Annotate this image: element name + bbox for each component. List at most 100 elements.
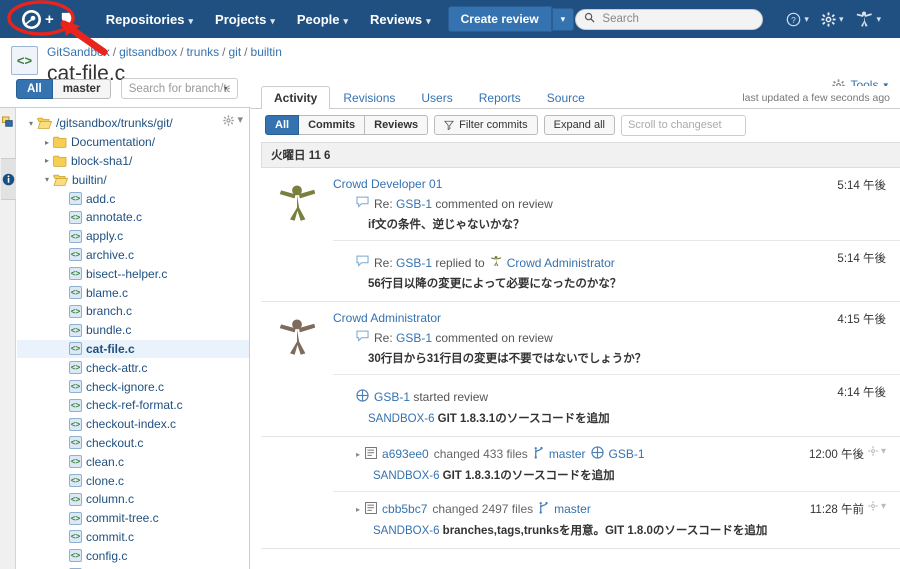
tree-twisty-icon[interactable]: ▸ (41, 138, 53, 147)
user-profile-button[interactable]: ▾ (852, 8, 884, 30)
filter-reviews-button[interactable]: Reviews (365, 115, 429, 135)
tree-row-label: bundle.c (86, 323, 132, 338)
tree-row-label: add.c (86, 191, 116, 206)
global-search[interactable] (575, 8, 764, 30)
tree-file-row[interactable]: <> apply.c (17, 227, 249, 246)
tree-file-row[interactable]: <> bundle.c (17, 321, 249, 340)
tree-file-row[interactable]: <> archive.c (17, 246, 249, 265)
breadcrumb-item-2[interactable]: trunks (186, 45, 219, 59)
tree-file-row[interactable]: <> cat-file.c (17, 339, 249, 359)
help-menu-button[interactable]: ? ▾ (783, 10, 812, 29)
disclosure-triangle-icon[interactable]: ▸ (356, 450, 360, 459)
file-tree-toggle-icon[interactable] (2, 116, 14, 128)
breadcrumb-item-0[interactable]: GitSandbox (47, 45, 110, 59)
breadcrumb-item-1[interactable]: gitsandbox (119, 45, 177, 59)
branch-scope-master[interactable]: master (52, 78, 112, 99)
admin-settings-button[interactable]: ▾ (818, 10, 847, 29)
changeset-revision-link[interactable]: cbb5bc7 (382, 502, 427, 516)
activity-action-link[interactable]: GSB-1 (396, 256, 432, 270)
tree-file-row[interactable]: <> check-ignore.c (17, 377, 249, 396)
activity-action-link[interactable]: GSB-1 (396, 331, 432, 345)
file-tree-panel[interactable]: ▾ ▾/gitsandbox/trunks/git/▸ Documentation… (17, 108, 250, 569)
activity-action-text: Re: GSB-1 commented on review (374, 330, 553, 345)
nav-item-people[interactable]: People ▾ (286, 4, 359, 35)
tree-file-row[interactable]: <> checkout.c (17, 434, 249, 453)
tree-file-row[interactable]: <> bisect--helper.c (17, 264, 249, 283)
search-input[interactable] (600, 12, 755, 26)
activity-message-link[interactable]: SANDBOX-6 (368, 413, 434, 425)
changeset-branch-link[interactable]: master (554, 502, 591, 516)
expand-all-button[interactable]: Expand all (543, 115, 615, 135)
tree-twisty-icon[interactable]: ▸ (41, 156, 53, 165)
tree-folder-row[interactable]: ▾ /gitsandbox/trunks/git/ (17, 114, 249, 133)
disclosure-triangle-icon[interactable]: ▸ (356, 505, 360, 514)
filter-commits-dropdown[interactable]: Filter commits (434, 115, 538, 135)
nav-item-reviews[interactable]: Reviews ▾ (359, 4, 442, 35)
nav-item-repositories[interactable]: Repositories ▾ (95, 4, 204, 35)
tree-file-row[interactable]: <> clean.c (17, 452, 249, 471)
tab-source[interactable]: Source (534, 86, 598, 109)
create-review-button[interactable]: Create review (447, 6, 552, 32)
source-file-icon: <> (69, 530, 82, 544)
tree-twisty-icon[interactable]: ▾ (41, 175, 53, 184)
breadcrumb-item-3[interactable]: git (228, 45, 241, 59)
filter-commits-button[interactable]: Commits (299, 115, 366, 135)
changeset-issue-link[interactable]: SANDBOX-6 (373, 525, 439, 537)
tree-twisty-icon[interactable]: ▾ (25, 119, 37, 128)
activity-message: 56行目以降の変更によって必要になったのかな？ (368, 275, 886, 291)
tree-row-label: bisect--helper.c (86, 266, 168, 281)
branch-scope-all[interactable]: All (16, 78, 53, 99)
changeset-branch-link[interactable]: master (549, 447, 586, 461)
tree-folder-row[interactable]: ▾ builtin/ (17, 170, 249, 189)
activity-action-link[interactable]: GSB-1 (374, 390, 410, 404)
tree-folder-row[interactable]: ▸ Documentation/ (17, 133, 249, 152)
changeset-issue-link[interactable]: SANDBOX-6 (373, 470, 439, 482)
tree-file-row[interactable]: <> checkout-index.c (17, 415, 249, 434)
source-file-icon: <> (69, 511, 82, 525)
branch-search-input[interactable] (126, 81, 232, 96)
tree-file-row[interactable]: <> blame.c (17, 283, 249, 302)
tree-file-row[interactable]: <> commit.c (17, 528, 249, 547)
breadcrumb-separator: / (112, 45, 117, 59)
tree-file-row[interactable]: <> branch.c (17, 302, 249, 321)
changeset-review-link[interactable]: GSB-1 (609, 447, 645, 461)
avatar[interactable] (276, 182, 318, 301)
tree-folder-row[interactable]: ▸ block-sha1/ (17, 152, 249, 171)
create-review-dropdown-button[interactable]: ▾ (551, 7, 575, 31)
tab-activity[interactable]: Activity (261, 86, 331, 109)
breadcrumb-item-4[interactable]: builtin (251, 45, 282, 59)
tree-file-row[interactable]: <> clone.c (17, 471, 249, 490)
tree-file-row[interactable]: <> annotate.c (17, 208, 249, 227)
source-file-icon: <> (69, 267, 82, 281)
tab-reports[interactable]: Reports (466, 86, 534, 109)
tree-file-row[interactable]: <> commit-tree.c (17, 509, 249, 528)
activity-author-link[interactable]: Crowd Administrator (333, 311, 886, 325)
tree-file-row[interactable]: <> add.c (17, 189, 249, 208)
tree-file-row[interactable]: <>count-objects.c (17, 565, 249, 569)
branch-search[interactable]: ▾ (120, 78, 238, 99)
crucible-review-icon (590, 446, 604, 462)
activity-feed: 火曜日 11 6 Crowd Developer 01 Re: GSB-1 com… (261, 142, 900, 569)
activity-author-link[interactable]: Crowd Developer 01 (333, 177, 886, 191)
nav-item-projects[interactable]: Projects ▾ (204, 4, 286, 35)
activity-action-link[interactable]: GSB-1 (396, 197, 432, 211)
activity-reply-target-link[interactable]: Crowd Administrator (507, 256, 615, 270)
file-tree-options-gear[interactable]: ▾ (223, 113, 243, 126)
tab-users[interactable]: Users (408, 86, 465, 109)
info-panel-toggle[interactable] (1, 158, 16, 200)
changeset-options-gear[interactable]: ▾ (868, 501, 886, 512)
filter-icon (444, 120, 455, 130)
chevron-down-icon[interactable]: ▾ (224, 84, 228, 93)
changeset-revision-link[interactable]: a693ee0 (382, 447, 429, 461)
changeset-options-gear[interactable]: ▾ (868, 446, 886, 457)
filter-all-button[interactable]: All (265, 115, 300, 135)
tree-file-row[interactable]: <> check-attr.c (17, 358, 249, 377)
app-logo[interactable]: + (10, 9, 77, 29)
tree-file-row[interactable]: <> check-ref-format.c (17, 396, 249, 415)
scroll-to-changeset-input[interactable] (620, 114, 746, 136)
folder-closed-icon (53, 155, 67, 167)
tab-revisions[interactable]: Revisions (330, 86, 408, 109)
tree-file-row[interactable]: <> config.c (17, 546, 249, 565)
tree-file-row[interactable]: <> column.c (17, 490, 249, 509)
avatar[interactable] (276, 316, 318, 436)
